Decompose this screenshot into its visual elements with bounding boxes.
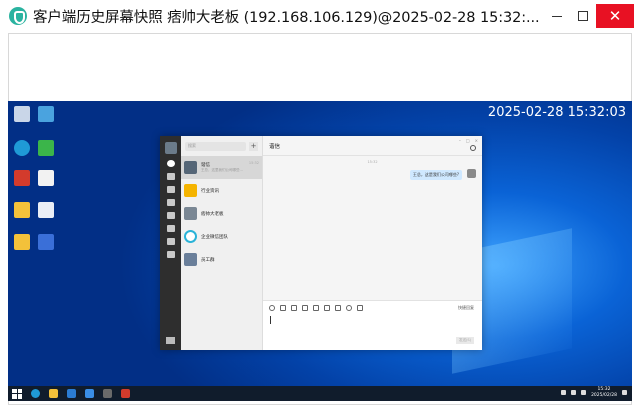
doc-icon[interactable]	[302, 305, 308, 311]
close-icon: ✕	[608, 7, 622, 25]
chat-nav-bar	[160, 136, 181, 350]
snapshot-timestamp: 2025-02-28 15:32:03	[487, 105, 626, 120]
input-toolbar	[263, 301, 482, 315]
nav-mail[interactable]	[160, 173, 181, 180]
app-red-icon[interactable]	[12, 170, 32, 186]
conversation-item[interactable]: 谐信 王总，这里我们公司哪些... 15:32	[181, 156, 262, 179]
nav-docs[interactable]	[160, 186, 181, 193]
folder-icon[interactable]	[49, 389, 58, 398]
avatar	[184, 230, 197, 243]
nav-workbench[interactable]	[160, 225, 181, 232]
recycle-bin-icon[interactable]	[12, 106, 32, 122]
my-avatar	[467, 169, 476, 178]
document-icon[interactable]	[36, 202, 56, 218]
avatar	[184, 253, 197, 266]
calendar-icon	[166, 199, 175, 206]
folder-icon[interactable]	[12, 234, 32, 250]
nav-messages[interactable]	[160, 160, 181, 167]
nav-calendar[interactable]	[160, 199, 181, 206]
conversation-item[interactable]: 员工群	[181, 248, 262, 271]
avatar	[184, 161, 197, 174]
quick-reply-button[interactable]: 快捷回复	[458, 305, 474, 311]
network-icon[interactable]	[36, 106, 56, 122]
avatar	[184, 207, 197, 220]
meeting-icon	[166, 212, 175, 219]
conversation-name: 痞帅大老板	[201, 211, 224, 217]
conversation-name: 员工群	[201, 257, 215, 263]
close-icon[interactable]: ×	[475, 138, 478, 143]
send-button[interactable]: 发送(S)	[456, 337, 474, 344]
people-icon[interactable]	[470, 145, 476, 151]
add-button[interactable]: +	[249, 141, 258, 151]
app-logo-icon	[9, 7, 27, 25]
workbench-icon	[166, 225, 175, 232]
taskbar-date: 2025/02/28	[591, 392, 617, 398]
conversation-name: 行业资讯	[201, 188, 219, 194]
network-icon[interactable]	[561, 390, 567, 395]
folder-icon[interactable]	[324, 305, 330, 311]
check-icon[interactable]	[313, 305, 319, 311]
message-input-area[interactable]: 快捷回复 发送(S)	[263, 300, 482, 350]
conversation-item[interactable]: 企业微信团队	[181, 225, 262, 248]
more-icon[interactable]	[357, 305, 363, 311]
nav-contacts[interactable]	[160, 238, 181, 245]
emoji-icon[interactable]	[269, 305, 275, 311]
maximize-icon[interactable]: □	[466, 138, 470, 143]
document-icon[interactable]	[36, 234, 56, 250]
conversation-item[interactable]: 行业资讯	[181, 179, 262, 202]
minimize-icon[interactable]: –	[459, 138, 461, 143]
file-icon[interactable]	[291, 305, 297, 311]
maximize-icon	[578, 11, 588, 21]
window-title: 客户端历史屏幕快照 痞帅大老板 (192.168.106.129)@2025-0…	[33, 9, 540, 26]
conversation-preview: 王总，这里我们公司哪些...	[201, 168, 243, 172]
message-icon	[166, 160, 175, 167]
app-icon[interactable]	[85, 389, 94, 398]
chat-app-icon[interactable]	[103, 389, 112, 398]
taskbar-clock[interactable]: 15:32 2025/02/28	[591, 387, 617, 398]
chat-title: 谐信	[269, 143, 281, 150]
volume-icon[interactable]	[571, 390, 577, 395]
windows-taskbar: 15:32 2025/02/28	[8, 386, 632, 401]
window-titlebar: 客户端历史屏幕快照 痞帅大老板 (192.168.106.129)@2025-0…	[0, 0, 640, 32]
conversation-name: 企业微信团队	[201, 234, 228, 240]
app-red-icon[interactable]	[121, 389, 130, 398]
search-input[interactable]: 搜索	[185, 141, 246, 151]
doc-icon	[166, 186, 175, 193]
system-tray: 15:32 2025/02/28	[561, 387, 627, 398]
chat-pane: 谐信 – □ × 15:32 王总，这是我们公司哪些? 快捷回复 发送(S)	[263, 136, 482, 350]
edge-icon[interactable]	[31, 389, 40, 398]
conversation-time: 15:32	[248, 161, 259, 165]
phone-icon[interactable]	[335, 305, 341, 311]
avatar	[184, 184, 197, 197]
ime-icon[interactable]	[581, 390, 587, 395]
scissors-icon[interactable]	[280, 305, 286, 311]
message-time: 15:32	[367, 160, 378, 164]
folder-icon[interactable]	[12, 202, 32, 218]
store-icon[interactable]	[67, 389, 76, 398]
history-icon[interactable]	[346, 305, 352, 311]
maximize-button[interactable]	[568, 4, 598, 28]
nav-meeting[interactable]	[160, 212, 181, 219]
text-cursor	[270, 316, 271, 324]
minimize-icon	[552, 15, 562, 17]
user-avatar[interactable]	[164, 142, 177, 154]
notification-icon[interactable]	[622, 390, 627, 395]
chat-app-window: 搜索 + 谐信 王总，这里我们公司哪些... 15:32 行业资讯 痞帅大老板	[160, 136, 482, 350]
conversation-item[interactable]: 痞帅大老板	[181, 202, 262, 225]
settings-icon[interactable]	[166, 337, 175, 344]
start-icon[interactable]	[12, 388, 22, 399]
chat-window-controls: – □ ×	[459, 138, 478, 143]
control-icon[interactable]	[36, 140, 56, 156]
mail-icon	[166, 173, 175, 180]
contacts-icon	[166, 238, 175, 245]
close-button[interactable]: ✕	[596, 4, 634, 28]
conversation-list: 搜索 + 谐信 王总，这里我们公司哪些... 15:32 行业资讯 痞帅大老板	[181, 136, 263, 350]
more-icon	[166, 251, 175, 258]
message-bubble: 王总，这是我们公司哪些?	[409, 170, 462, 180]
nav-more[interactable]	[160, 251, 181, 258]
edge-icon[interactable]	[12, 140, 32, 156]
document-icon[interactable]	[36, 170, 56, 186]
remote-desktop-screenshot: 2025-02-28 15:32:03 搜索 + 谐信 王总，这里我们公司哪些.…	[8, 101, 632, 401]
